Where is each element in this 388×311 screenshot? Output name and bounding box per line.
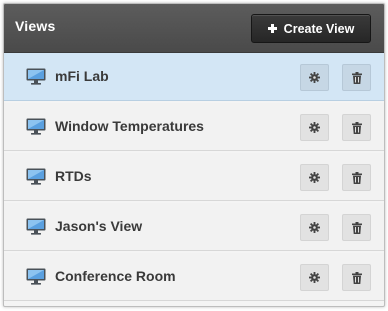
gear-icon (309, 72, 320, 83)
delete-button[interactable] (342, 114, 371, 141)
view-label: Conference Room (55, 268, 176, 284)
trash-icon (351, 221, 362, 234)
create-view-label: Create View (283, 21, 355, 36)
trash-icon (351, 71, 362, 84)
trash-icon (351, 171, 362, 184)
gear-icon (309, 222, 320, 233)
view-label: mFi Lab (55, 68, 109, 84)
views-header: Views Create View (4, 4, 384, 53)
delete-button[interactable] (342, 164, 371, 191)
monitor-icon (26, 218, 46, 235)
monitor-icon (26, 118, 46, 135)
view-label: Window Temperatures (55, 118, 204, 134)
monitor-icon (26, 168, 46, 185)
view-row-window-temperatures[interactable]: Window Temperatures (4, 103, 384, 151)
trash-icon (351, 121, 362, 134)
views-title: Views (15, 18, 56, 34)
monitor-icon (26, 68, 46, 85)
view-row-jasons-view[interactable]: Jason's View (4, 203, 384, 251)
settings-button[interactable] (300, 264, 329, 291)
view-row-rtds[interactable]: RTDs (4, 153, 384, 201)
delete-button[interactable] (342, 264, 371, 291)
delete-button[interactable] (342, 64, 371, 91)
settings-button[interactable] (300, 164, 329, 191)
view-row-mfi-lab[interactable]: mFi Lab (4, 53, 384, 101)
gear-icon (309, 172, 320, 183)
monitor-icon (26, 268, 46, 285)
gear-icon (309, 122, 320, 133)
view-label: RTDs (55, 168, 92, 184)
create-view-button[interactable]: Create View (251, 14, 371, 43)
settings-button[interactable] (300, 64, 329, 91)
gear-icon (309, 272, 320, 283)
view-row-conference-room[interactable]: Conference Room (4, 253, 384, 301)
settings-button[interactable] (300, 214, 329, 241)
view-label: Jason's View (55, 218, 143, 234)
delete-button[interactable] (342, 214, 371, 241)
plus-icon (267, 24, 277, 33)
settings-button[interactable] (300, 114, 329, 141)
trash-icon (351, 271, 362, 284)
views-panel: Views Create View mFi Lab Window Tempera… (3, 3, 385, 307)
